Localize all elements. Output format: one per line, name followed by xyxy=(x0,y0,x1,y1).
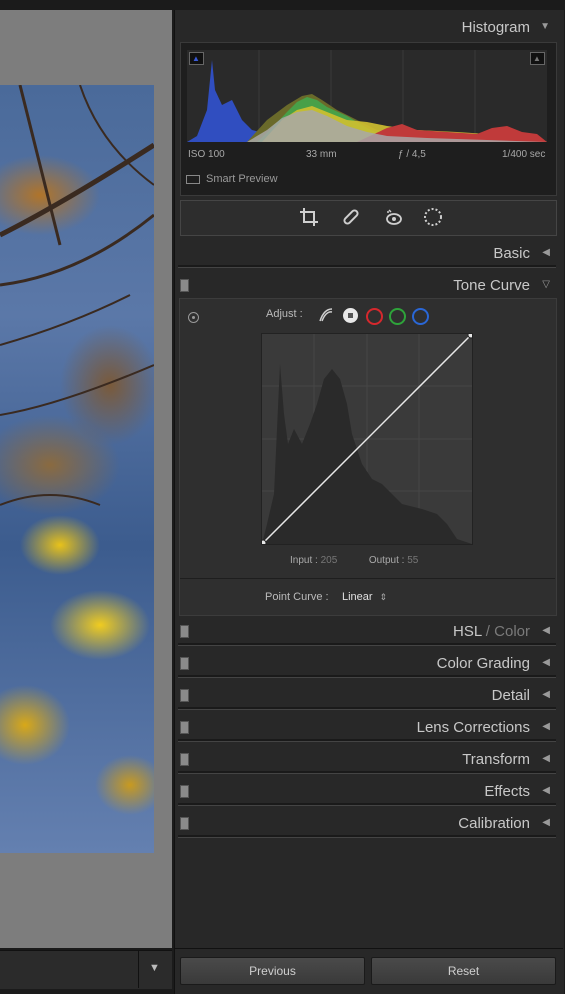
panel-title-tone-curve: Tone Curve xyxy=(453,277,530,294)
panel-toggle-switch[interactable] xyxy=(180,625,189,638)
panel-header-detail[interactable]: Detail ◀ xyxy=(178,682,556,710)
tone-curve-divider xyxy=(180,578,555,579)
smart-preview-status[interactable]: Smart Preview xyxy=(186,173,278,185)
panel-header-basic[interactable]: Basic ◀ xyxy=(178,240,556,268)
panel-title-lens-corrections: Lens Corrections xyxy=(416,719,530,736)
input-output-readout: Input : 205 Output : 55 xyxy=(290,555,418,566)
panel-header-calibration[interactable]: Calibration ◀ xyxy=(178,810,556,838)
channel-green[interactable] xyxy=(389,308,406,325)
smart-preview-icon xyxy=(186,174,200,184)
collapse-triangle-icon: ▽ xyxy=(542,279,550,290)
channel-blue[interactable] xyxy=(412,308,429,325)
triangle-up-icon: ▲ xyxy=(192,54,200,63)
panel-title-effects: Effects xyxy=(484,783,530,800)
exif-aperture: ƒ / 4,5 xyxy=(398,149,426,160)
output-label: Output : xyxy=(368,555,405,566)
input-value: 205 xyxy=(320,555,338,566)
adjust-label: Adjust : xyxy=(266,308,303,320)
tool-strip xyxy=(180,200,557,236)
panel-title-detail: Detail xyxy=(491,687,530,704)
panel-toggle-switch[interactable] xyxy=(180,817,189,830)
expand-triangle-icon: ◀ xyxy=(542,817,550,828)
expand-triangle-icon: ◀ xyxy=(542,721,550,732)
panel-divider xyxy=(178,643,556,646)
highlight-clipping-indicator[interactable]: ▲ xyxy=(530,52,545,65)
expand-triangle-icon: ◀ xyxy=(542,625,550,636)
panel-title-transform: Transform xyxy=(462,751,530,768)
panel-divider xyxy=(178,835,556,838)
red-eye-tool-icon[interactable] xyxy=(383,206,405,228)
triangle-up-icon: ▲ xyxy=(533,54,541,63)
healing-tool-icon[interactable] xyxy=(340,206,362,228)
curve-canvas xyxy=(259,331,475,547)
point-square-icon xyxy=(348,313,353,318)
exif-focal-length: 33 mm xyxy=(306,149,337,160)
tone-curve-graph[interactable] xyxy=(259,331,475,547)
panel-divider xyxy=(178,803,556,806)
panel-header-effects[interactable]: Effects ◀ xyxy=(178,778,556,806)
panel-header-hsl-color[interactable]: HSL / Color ◀ xyxy=(178,618,556,646)
photo-preview[interactable] xyxy=(0,85,154,853)
updown-arrow-icon: ⇕ xyxy=(379,592,388,602)
panel-header-color-grading[interactable]: Color Grading ◀ xyxy=(178,650,556,678)
histogram-header[interactable]: Histogram ▼ xyxy=(178,14,556,42)
crop-tool-icon[interactable] xyxy=(298,206,320,228)
expand-triangle-icon: ◀ xyxy=(542,753,550,764)
panel-header-lens-corrections[interactable]: Lens Corrections ◀ xyxy=(178,714,556,742)
point-curve-label: Point Curve : xyxy=(265,591,329,603)
reset-button[interactable]: Reset xyxy=(371,957,556,985)
point-curve-select[interactable]: Linear ⇕ xyxy=(342,591,387,603)
channel-white-point[interactable] xyxy=(343,308,358,323)
panel-toggle-switch[interactable] xyxy=(180,753,189,766)
histogram-graph xyxy=(187,50,547,142)
panel-toggle-switch[interactable] xyxy=(180,689,189,702)
histogram-plot[interactable]: ▲ ▲ xyxy=(187,50,547,142)
panel-title-basic: Basic xyxy=(493,245,530,262)
input-label: Input : xyxy=(290,555,318,566)
panel-toggle-switch[interactable] xyxy=(180,279,189,292)
panel-divider xyxy=(178,739,556,742)
output-value: 55 xyxy=(407,555,419,566)
panel-header-tone-curve[interactable]: Tone Curve ▽ xyxy=(178,272,556,300)
photo-branches xyxy=(0,85,154,506)
panel-divider xyxy=(178,771,556,774)
bottom-divider xyxy=(174,948,563,949)
histogram-title: Histogram xyxy=(461,19,530,36)
panel-toggle-switch[interactable] xyxy=(180,721,189,734)
collapse-triangle-icon: ▼ xyxy=(540,21,550,32)
expand-triangle-icon: ◀ xyxy=(542,785,550,796)
parametric-curve-icon[interactable] xyxy=(318,307,334,323)
masking-tool-icon[interactable] xyxy=(422,206,444,228)
panel-toggle-switch[interactable] xyxy=(180,657,189,670)
expand-triangle-icon: ◀ xyxy=(542,657,550,668)
panel-toggle-switch[interactable] xyxy=(180,785,189,798)
panel-divider xyxy=(178,265,556,268)
panel-title-hsl-color: HSL / Color xyxy=(453,623,530,640)
expand-triangle-icon: ◀ xyxy=(542,247,550,258)
toolbar-dropdown[interactable]: ▼ xyxy=(138,950,173,988)
panel-header-transform[interactable]: Transform ◀ xyxy=(178,746,556,774)
smart-preview-label: Smart Preview xyxy=(206,173,278,185)
panel-divider xyxy=(178,675,556,678)
targeted-adjustment-icon[interactable] xyxy=(188,312,199,323)
panel-title-calibration: Calibration xyxy=(458,815,530,832)
panel-title-color-grading: Color Grading xyxy=(436,655,530,672)
previous-button[interactable]: Previous xyxy=(180,957,365,985)
exif-iso: ISO 100 xyxy=(188,149,225,160)
panel-divider xyxy=(178,707,556,710)
chevron-down-icon: ▼ xyxy=(149,962,160,974)
channel-red[interactable] xyxy=(366,308,383,325)
expand-triangle-icon: ◀ xyxy=(542,689,550,700)
exif-shutter: 1/400 sec xyxy=(502,149,546,160)
shadow-clipping-indicator[interactable]: ▲ xyxy=(189,52,204,65)
point-curve-value: Linear xyxy=(342,591,373,603)
